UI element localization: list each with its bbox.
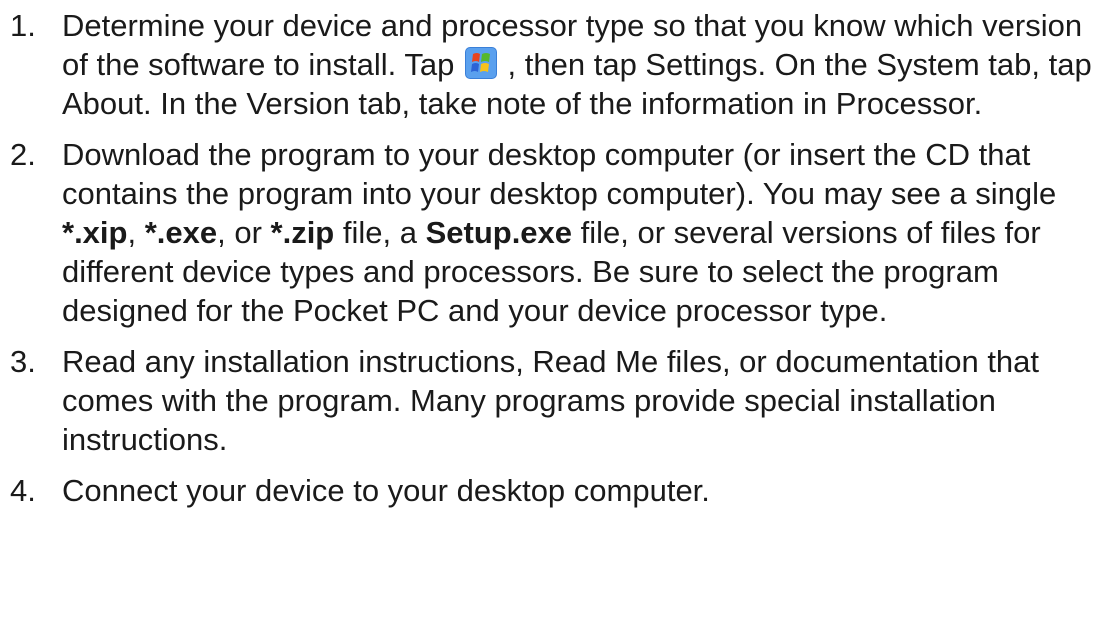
file-type-xip: *.xip — [62, 215, 128, 250]
step-1: 1. Determine your device and processor ty… — [0, 6, 1119, 123]
step-number: 1. — [10, 8, 36, 43]
file-type-zip: *.zip — [270, 215, 335, 250]
file-type-exe: *.exe — [144, 215, 218, 250]
step-4: 4. Connect your device to your desktop co… — [0, 471, 1119, 510]
step-text: , or — [217, 215, 271, 250]
step-number: 2. — [10, 137, 36, 172]
instruction-list: 1. Determine your device and processor ty… — [0, 6, 1119, 510]
document-page: 1. Determine your device and processor ty… — [0, 0, 1119, 623]
step-text: file, a — [334, 215, 426, 250]
step-text: Download the program to your desktop com… — [62, 137, 1057, 211]
step-text: Connect your device to your desktop comp… — [62, 473, 710, 508]
step-3: 3. Read any installation instructions, Re… — [0, 342, 1119, 459]
step-2: 2. Download the program to your desktop c… — [0, 135, 1119, 330]
step-number: 3. — [10, 344, 36, 379]
setup-exe-filename: Setup.exe — [425, 215, 573, 250]
step-text: , — [127, 215, 145, 250]
step-text: Read any installation instructions, Read… — [62, 344, 1040, 457]
step-number: 4. — [10, 473, 36, 508]
windows-start-icon — [464, 47, 497, 79]
